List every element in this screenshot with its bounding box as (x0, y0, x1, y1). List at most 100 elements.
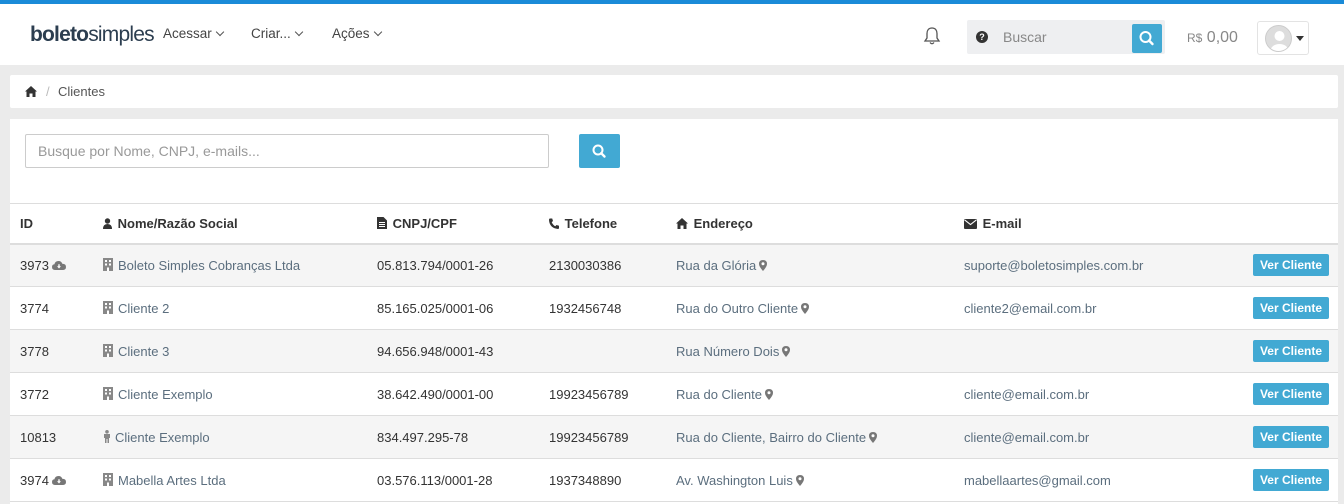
cell-id: 3778 (10, 330, 93, 373)
avatar (1265, 25, 1292, 52)
client-address[interactable]: Rua do Outro Cliente (676, 301, 798, 316)
cell-email[interactable]: mabellaartes@gmail.com (954, 459, 1216, 502)
cell-address[interactable]: Rua do Cliente (666, 373, 954, 416)
help-icon[interactable]: ? (976, 31, 988, 43)
envelope-icon (964, 218, 977, 229)
global-search-input[interactable] (1003, 20, 1128, 54)
document-icon (377, 216, 387, 229)
client-id: 3774 (20, 300, 49, 316)
client-name-link[interactable]: Cliente Exemplo (115, 430, 210, 445)
client-address[interactable]: Av. Washington Luis (676, 473, 793, 488)
view-client-button[interactable]: Ver Cliente (1252, 469, 1329, 491)
client-email-link[interactable]: suporte@boletosimples.com.br (964, 258, 1143, 273)
client-name-link[interactable]: Mabella Artes Ltda (118, 473, 226, 488)
view-client-button[interactable]: Ver Cliente (1252, 426, 1329, 448)
cell-id: 10813 (10, 416, 93, 459)
client-filter-input[interactable] (25, 134, 549, 168)
cell-name[interactable]: Mabella Artes Ltda (93, 459, 367, 502)
client-address[interactable]: Rua da Glória (676, 258, 756, 273)
cell-email[interactable]: suporte@boletosimples.com.br (954, 244, 1216, 287)
col-address-header[interactable]: Endereço (666, 204, 954, 244)
chevron-down-icon (215, 27, 225, 37)
cell-phone (539, 330, 666, 373)
cell-actions: Ver Cliente (1216, 287, 1338, 330)
global-search: ? (967, 20, 1165, 54)
client-address[interactable]: Rua do Cliente (676, 387, 762, 402)
cell-doc: 834.497.295-78 (377, 429, 469, 445)
view-client-button[interactable]: Ver Cliente (1252, 383, 1329, 405)
client-name-link[interactable]: Cliente 2 (118, 301, 169, 316)
cell-address[interactable]: Rua do Outro Cliente (666, 287, 954, 330)
col-actions-header (1216, 204, 1338, 244)
client-address[interactable]: Rua Número Dois (676, 344, 779, 359)
user-menu-button[interactable] (1257, 21, 1309, 55)
view-client-button[interactable]: Ver Cliente (1252, 340, 1329, 362)
client-email-link[interactable]: cliente@email.com.br (964, 387, 1089, 402)
nav-acoes[interactable]: Ações (332, 26, 382, 41)
cell-actions: Ver Cliente (1216, 416, 1338, 459)
cell-doc: 85.165.025/0001-06 (377, 300, 494, 316)
view-client-button[interactable]: Ver Cliente (1252, 297, 1329, 319)
user-icon (103, 218, 112, 229)
search-button[interactable] (1132, 24, 1162, 53)
cell-name[interactable]: Boleto Simples Cobranças Ltda (93, 244, 367, 287)
cell-email[interactable]: cliente2@email.com.br (954, 287, 1216, 330)
search-icon (592, 144, 606, 158)
table-row: 3774 Cliente 2 85.165.025/0001-06 193245674… (10, 287, 1338, 330)
table-header-row: ID Nome/Razão Social CNPJ/CPF Telefone E… (10, 203, 1338, 244)
client-email-link[interactable]: cliente2@email.com.br (964, 301, 1096, 316)
nav-criar[interactable]: Criar... (251, 26, 304, 41)
cell-address[interactable]: Av. Washington Luis (666, 459, 954, 502)
cloud-icon (51, 260, 66, 270)
client-id: 3778 (20, 343, 49, 359)
cell-name[interactable]: Cliente 2 (93, 287, 367, 330)
chevron-down-icon (373, 27, 382, 37)
view-client-button[interactable]: Ver Cliente (1252, 254, 1329, 277)
client-name-link[interactable]: Boleto Simples Cobranças Ltda (118, 258, 300, 273)
client-filter-button[interactable] (579, 134, 620, 168)
cell-actions: Ver Cliente (1216, 330, 1338, 373)
building-icon (103, 386, 113, 400)
cell-phone: 19923456789 (549, 386, 629, 402)
cell-doc: 94.656.948/0001-43 (377, 343, 494, 359)
cell-email[interactable]: cliente@email.com.br (954, 416, 1216, 459)
home-icon (676, 217, 688, 229)
col-email-header[interactable]: E-mail (954, 204, 1216, 244)
home-icon[interactable] (25, 86, 37, 97)
building-icon (103, 472, 113, 486)
nav-acessar[interactable]: Acessar (163, 26, 225, 41)
client-name-link[interactable]: Cliente 3 (118, 344, 169, 359)
cell-email[interactable]: cliente@email.com.br (954, 373, 1216, 416)
client-id: 3973 (20, 257, 49, 273)
col-name-header[interactable]: Nome/Razão Social (93, 204, 367, 244)
clients-panel: ID Nome/Razão Social CNPJ/CPF Telefone E… (10, 119, 1338, 504)
cell-email[interactable] (954, 330, 1216, 373)
phone-icon (549, 218, 559, 229)
table-row: 10813 Cliente Exemplo 834.497.295-78 199234… (10, 415, 1338, 459)
cell-actions: Ver Cliente (1216, 244, 1338, 287)
account-balance[interactable]: R$ 0,00 (1187, 29, 1238, 47)
client-email-link[interactable]: mabellaartes@gmail.com (964, 473, 1111, 488)
brand-logo[interactable]: boletosimples (30, 23, 155, 47)
cell-name[interactable]: Cliente Exemplo (93, 416, 367, 459)
cell-address[interactable]: Rua Número Dois (666, 330, 954, 373)
col-id-header[interactable]: ID (10, 204, 93, 244)
top-navbar: boletosimples Acessar Criar... Ações ? R… (0, 0, 1344, 65)
cell-address[interactable]: Rua da Glória (666, 244, 954, 287)
client-email-link[interactable]: cliente@email.com.br (964, 430, 1089, 445)
table-row: 3974 Mabella Artes Ltda 03.576.113/0001-28… (10, 459, 1338, 502)
building-icon (103, 343, 113, 357)
cell-address[interactable]: Rua do Cliente, Bairro do Cliente (666, 416, 954, 459)
bell-icon[interactable] (923, 26, 941, 46)
cell-phone: 1937348890 (549, 472, 622, 488)
cell-phone: 2130030386 (549, 257, 622, 273)
cell-id: 3974 (10, 459, 93, 502)
client-address[interactable]: Rua do Cliente, Bairro do Cliente (676, 430, 866, 445)
client-name-link[interactable]: Cliente Exemplo (118, 387, 213, 402)
cell-doc: 03.576.113/0001-28 (377, 472, 493, 488)
col-phone-header[interactable]: Telefone (539, 204, 666, 244)
cell-name[interactable]: Cliente Exemplo (93, 373, 367, 416)
cell-name[interactable]: Cliente 3 (93, 330, 367, 373)
cloud-icon (51, 475, 66, 485)
col-doc-header[interactable]: CNPJ/CPF (367, 204, 539, 244)
